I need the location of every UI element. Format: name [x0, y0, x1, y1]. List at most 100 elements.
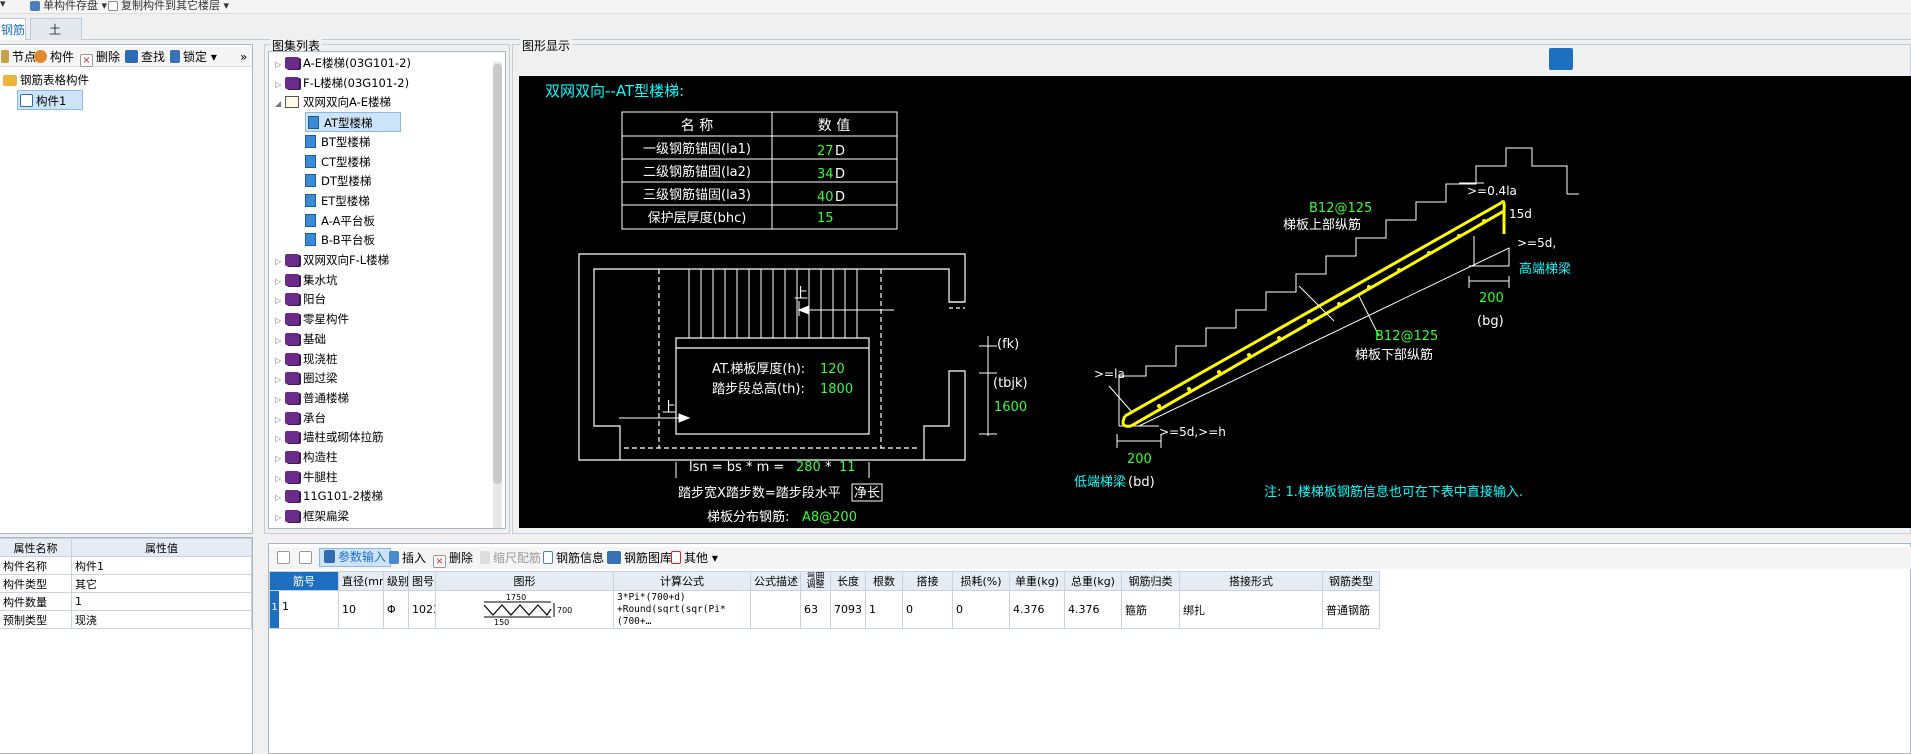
atlas-item[interactable]: ▷ 框架扁梁	[275, 506, 349, 526]
bar-type-cell[interactable]: 普通钢筋	[1322, 590, 1380, 629]
atlas-item[interactable]: ◢ 双网双向A-E楼梯	[275, 92, 391, 112]
atlas-item[interactable]: ▷ 双网双向F-L楼梯	[275, 250, 389, 270]
table-row[interactable]: 构件类型 其它	[0, 574, 252, 593]
move-up-button[interactable]	[277, 548, 293, 568]
total-weight-cell[interactable]: 4.376	[1064, 590, 1122, 629]
insert-button[interactable]: 插入	[389, 548, 426, 568]
column-header[interactable]: 总重(kg)	[1064, 571, 1122, 591]
row-delete-button[interactable]: × 删除	[433, 548, 473, 568]
table-row[interactable]: 1 1 10 Φ 1023 1750 700 150 3*Pi*(700+d)	[269, 590, 1380, 629]
atlas-item[interactable]: ▷ 现浇桩	[275, 349, 338, 369]
column-header[interactable]: 根数	[865, 571, 903, 591]
lock-button[interactable]: 锁定 ▾	[170, 47, 217, 67]
column-header[interactable]: 弯曲调整	[800, 571, 831, 591]
diameter-cell[interactable]: 10	[338, 590, 384, 629]
param-input-button[interactable]: 参数输入	[319, 548, 392, 567]
atlas-item[interactable]: ▷ A-E楼梯(03G101-2)	[275, 53, 411, 73]
atlas-item[interactable]: DT型楼梯	[305, 171, 371, 191]
bend-cell[interactable]: 63	[800, 590, 831, 629]
tab-rebar[interactable]: 钢筋	[0, 18, 26, 40]
shape-dim-right: 700	[557, 606, 572, 615]
atlas-item[interactable]: BT型楼梯	[305, 132, 370, 152]
column-header[interactable]: 图号	[408, 571, 436, 591]
atlas-item[interactable]: ▷ 阳台	[275, 289, 326, 309]
category-cell[interactable]: 箍筋	[1121, 590, 1180, 629]
bar-no-cell[interactable]: 1 1	[269, 590, 339, 629]
copy-to-floor-button[interactable]: 复制构件到其它楼层 ▾	[108, 0, 229, 13]
atlas-scrollbar[interactable]	[493, 62, 502, 528]
atlas-item[interactable]: ET型楼梯	[305, 191, 370, 211]
column-header[interactable]: 搭接形式	[1179, 571, 1323, 591]
loss-cell[interactable]: 0	[952, 590, 1010, 629]
column-header[interactable]: 公式描述	[750, 571, 801, 591]
lap-cell[interactable]: 0	[902, 590, 953, 629]
grade-cell[interactable]: Φ	[383, 590, 409, 629]
formula-cell[interactable]: 3*Pi*(700+d) +Round(sqrt(sqr(Pi*(700+…	[613, 590, 751, 629]
column-header[interactable]: 钢筋类型	[1322, 571, 1380, 591]
atlas-scrollbar-thumb[interactable]	[493, 64, 502, 484]
atlas-item-label: 基础	[303, 331, 326, 346]
atlas-item[interactable]: A-A平台板	[305, 211, 375, 231]
column-header[interactable]: 钢筋归类	[1121, 571, 1180, 591]
column-header[interactable]: 计算公式	[613, 571, 751, 591]
node-button[interactable]: 节点	[1, 47, 36, 67]
overflow-chevron-icon[interactable]: »	[240, 47, 247, 67]
atlas-item[interactable]: ▷ 普通楼梯	[275, 388, 349, 408]
desc-cell[interactable]	[750, 590, 801, 629]
scale-rebar-button[interactable]: 缩尺配筋	[480, 548, 541, 568]
prop-value[interactable]: 构件1	[71, 556, 252, 575]
column-header[interactable]: 损耗(%)	[952, 571, 1010, 591]
column-header[interactable]: 长度	[830, 571, 866, 591]
atlas-item[interactable]: ▷ F-L楼梯(03G101-2)	[275, 73, 409, 93]
prop-value[interactable]: 其它	[71, 574, 252, 593]
atlas-item[interactable]: ▷ 圈过梁	[275, 368, 338, 388]
rebar-info-button[interactable]: 钢筋信息	[543, 548, 604, 568]
dropdown-arrow-icon[interactable]: ▾	[0, 0, 6, 10]
column-header[interactable]: 图形	[435, 571, 614, 591]
atlas-item[interactable]: ▷ 基础	[275, 329, 326, 349]
atlas-item[interactable]: ▷ 集水坑	[275, 270, 338, 290]
tree-root[interactable]: 钢筋表格构件	[3, 70, 89, 90]
atlas-item[interactable]: ▷ 11G101-2楼梯	[275, 486, 383, 506]
column-header[interactable]: 级别	[383, 571, 409, 591]
move-down-button[interactable]	[299, 548, 315, 568]
settings-button[interactable]	[1549, 48, 1573, 70]
param-row4-name: 保护层厚度(bhc)	[648, 210, 747, 226]
column-header[interactable]: 单重(kg)	[1009, 571, 1065, 591]
find-button[interactable]: 查找	[125, 47, 165, 67]
prop-value[interactable]: 现浇	[71, 610, 252, 629]
column-header[interactable]: 直径(mm)	[338, 571, 384, 591]
component-button[interactable]: 构件	[34, 47, 74, 67]
atlas-item-label: 现浇桩	[303, 351, 338, 366]
save-single-component-button[interactable]: 单构件存盘 ▾	[30, 0, 107, 13]
other-menu-button[interactable]: 其他 ▾	[671, 548, 718, 568]
tab-civil[interactable]: 土建	[30, 18, 82, 59]
unit-weight-cell[interactable]: 4.376	[1009, 590, 1065, 629]
length-cell[interactable]: 7093	[830, 590, 866, 629]
atlas-item[interactable]: AT型楼梯	[305, 112, 401, 133]
bar-no: 1	[282, 600, 289, 613]
atlas-item[interactable]: CT型楼梯	[305, 152, 371, 172]
fig-no-cell[interactable]: 1023	[408, 590, 436, 629]
table-row[interactable]: 预制类型 现浇	[0, 610, 252, 629]
table-row[interactable]: 构件数量 1	[0, 592, 252, 611]
arrow-up-icon	[277, 551, 290, 564]
atlas-item[interactable]: B-B平台板	[305, 230, 375, 250]
column-header[interactable]: 搭接	[902, 571, 953, 591]
atlas-item[interactable]: ▷ 构造柱	[275, 447, 338, 467]
atlas-item[interactable]: ▷ 零星构件	[275, 309, 349, 329]
atlas-item[interactable]: ▷ 墙柱或砌体拉筋	[275, 427, 384, 447]
delete-button[interactable]: × 删除	[80, 47, 120, 67]
count-cell[interactable]: 1	[865, 590, 903, 629]
lap-type-cell[interactable]: 绑扎	[1179, 590, 1323, 629]
column-header[interactable]: 筋号	[269, 571, 339, 591]
table-row[interactable]: 构件名称 构件1	[0, 556, 252, 575]
tree-item-component1[interactable]: 构件1	[17, 90, 83, 110]
shape-cell[interactable]: 1750 700 150	[435, 590, 614, 629]
collapsed-triangle-icon[interactable]: ▷	[275, 508, 285, 528]
atlas-item[interactable]: ▷ 牛腿柱	[275, 467, 338, 487]
expanded-triangle-icon[interactable]: ◢	[275, 94, 285, 114]
prop-value[interactable]: 1	[71, 592, 252, 611]
rebar-library-button[interactable]: 钢筋图库	[607, 548, 672, 568]
atlas-item[interactable]: ▷ 承台	[275, 408, 326, 428]
